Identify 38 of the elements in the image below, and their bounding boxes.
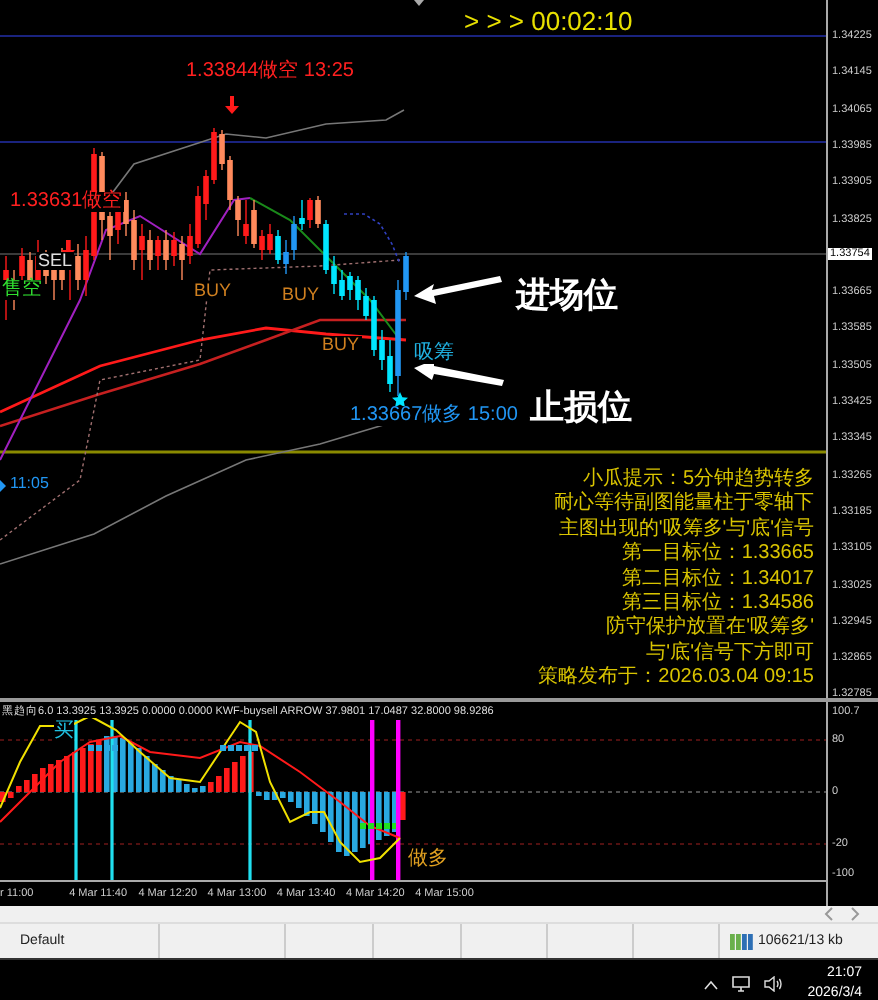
scroll-marker-icon [414, 0, 424, 6]
signal-label: 11:05 [8, 476, 51, 492]
signal-label: BUY [280, 286, 322, 304]
signal-label: 1.33631做空 [8, 192, 125, 212]
note-line: 防守保护放置在'吸筹多' [604, 616, 814, 641]
note-line: 第三目标位：1.34586 [619, 592, 814, 615]
connection-bars-icon [730, 933, 754, 949]
dot-marker-strip [220, 745, 260, 751]
signal-label: 1.33667做多 15:00 [348, 406, 520, 426]
note-line: 主图出现的'吸筹多'与'底'信号 [556, 517, 814, 541]
annotation-label: 止损位 [530, 386, 632, 430]
signal-label: BUY [320, 336, 362, 354]
signal-label: 售空 [0, 280, 44, 300]
note-line: 第一目标位：1.33665 [619, 542, 814, 567]
network-icon[interactable] [731, 976, 750, 992]
speaker-icon[interactable] [763, 976, 782, 992]
signal-label: 做多 [408, 850, 448, 870]
down-arrow-icon [225, 96, 239, 114]
up-arrow-icon [0, 480, 6, 492]
signal-label: 1.33844做空 13:25 [184, 62, 356, 82]
note-line: 小瓜提示：5分钟趋势转多 [580, 468, 814, 491]
signal-label: 吸筹 [412, 344, 456, 364]
note-line: 第二目标位：1.34017 [619, 567, 814, 591]
note-line: 耐心等待副图能量柱于零轴下 [552, 492, 814, 517]
dot-marker-strip [360, 823, 396, 829]
star-icon [392, 392, 408, 408]
annotation-label: 进场位 [516, 274, 618, 318]
trend-line [343, 213, 401, 265]
signal-label: BUY [192, 282, 234, 300]
arrow-icon [414, 360, 504, 386]
signal-label: SEL [36, 252, 75, 270]
countdown-timer: > > > 00:02:10 [464, 6, 633, 36]
note-line: 策略发布于：2026.03.04 09:15 [538, 666, 814, 692]
note-line: 与'底'信号下方即可 [644, 641, 814, 667]
chevron-up-icon[interactable] [703, 979, 718, 989]
signal-label: 买 [54, 722, 74, 742]
arrow-icon [414, 276, 502, 304]
dot-marker-strip [88, 745, 124, 751]
